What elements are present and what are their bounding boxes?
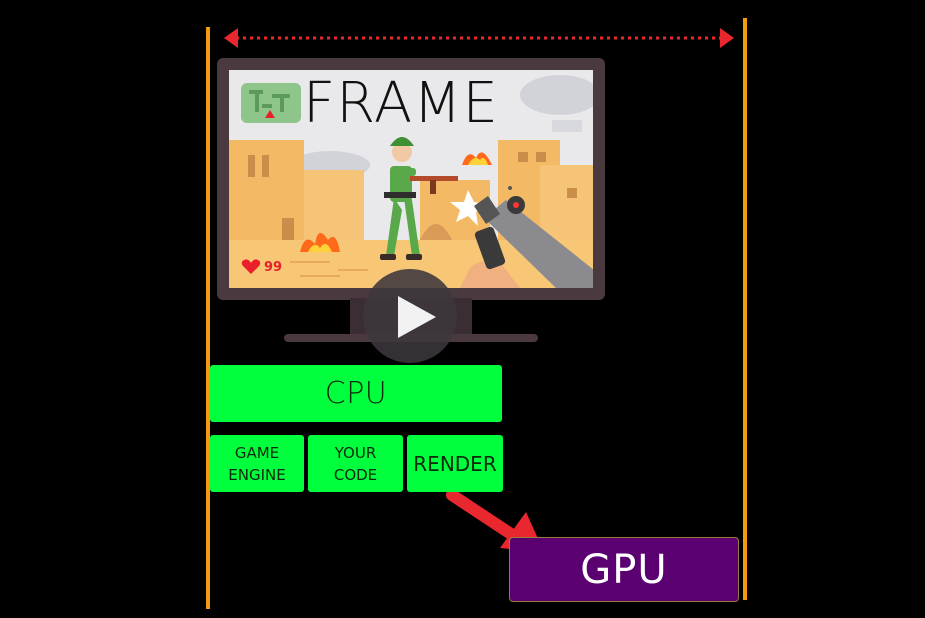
cpu-label: CPU — [324, 376, 388, 411]
health-value: 99 — [264, 260, 283, 275]
game-engine-box: GAME ENGINE — [210, 435, 304, 492]
play-button — [363, 269, 457, 363]
gpu-box: GPU — [509, 537, 739, 602]
frame-title: FRAME — [303, 71, 499, 136]
cpu-box: CPU — [210, 365, 502, 422]
minimap-icon — [241, 83, 301, 123]
render-box: RENDER — [407, 435, 503, 492]
your-code-box: YOUR CODE — [308, 435, 403, 492]
game-engine-label: GAME ENGINE — [228, 443, 286, 484]
width-dimension-arrow — [224, 28, 734, 48]
render-label: RENDER — [413, 451, 497, 476]
your-code-label: YOUR CODE — [333, 443, 378, 484]
gpu-label: GPU — [580, 546, 668, 593]
